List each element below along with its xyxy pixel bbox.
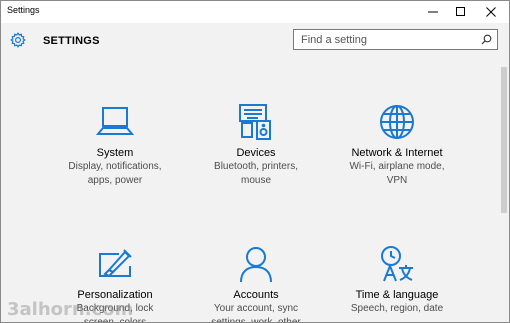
- tile-system[interactable]: System Display, notifications, apps, pow…: [40, 102, 190, 188]
- devices-icon: [239, 104, 271, 140]
- tile-title: Personalization: [77, 289, 153, 301]
- tile-accounts[interactable]: Accounts Your account, sync settings, wo…: [181, 244, 331, 323]
- tile-devices[interactable]: Devices Bluetooth, printers, mouse: [181, 102, 331, 188]
- tile-title: Network & Internet: [351, 147, 443, 159]
- tile-description: Bluetooth, printers, mouse: [214, 161, 298, 186]
- maximize-icon: [456, 7, 465, 16]
- laptop-icon: [95, 107, 135, 135]
- page-title: SETTINGS: [43, 35, 100, 47]
- search-box[interactable]: [293, 29, 498, 50]
- minimize-icon: [428, 11, 438, 13]
- tile-time-language[interactable]: Time & language Speech, region, date: [322, 244, 472, 316]
- tile-personalization[interactable]: Personalization Background, lock screen,…: [40, 244, 190, 323]
- tile-description: Speech, region, date: [350, 303, 444, 314]
- title-bar: Settings: [1, 1, 509, 23]
- tile-title: Time & language: [355, 289, 439, 301]
- tile-description: Your account, sync settings, work, other: [211, 303, 301, 323]
- close-icon: [486, 7, 496, 17]
- personalization-icon: [99, 249, 132, 278]
- person-icon: [240, 247, 272, 283]
- settings-window: Settings SETTINGS Find a setting System …: [0, 0, 510, 323]
- gear-icon: [10, 32, 26, 48]
- window-title: Settings: [7, 5, 40, 15]
- tile-description: Display, notifications, apps, power: [68, 161, 162, 186]
- search-icon[interactable]: [481, 34, 492, 45]
- minimize-button[interactable]: [418, 1, 448, 23]
- time-language-icon: [381, 246, 413, 282]
- scrollbar-thumb[interactable]: [501, 67, 507, 213]
- tile-description: Wi-Fi, airplane mode, VPN: [349, 161, 445, 186]
- globe-icon: [380, 105, 414, 139]
- tile-title: Accounts: [233, 289, 279, 301]
- tile-title: Devices: [236, 147, 276, 159]
- tile-description: Background, lock screen, colors: [76, 303, 154, 323]
- settings-header: SETTINGS: [1, 23, 509, 59]
- tile-network-internet[interactable]: Network & Internet Wi-Fi, airplane mode,…: [322, 102, 472, 188]
- maximize-button[interactable]: [446, 1, 476, 23]
- tile-title: System: [96, 147, 134, 159]
- search-input[interactable]: [294, 30, 481, 50]
- close-button[interactable]: [476, 1, 506, 23]
